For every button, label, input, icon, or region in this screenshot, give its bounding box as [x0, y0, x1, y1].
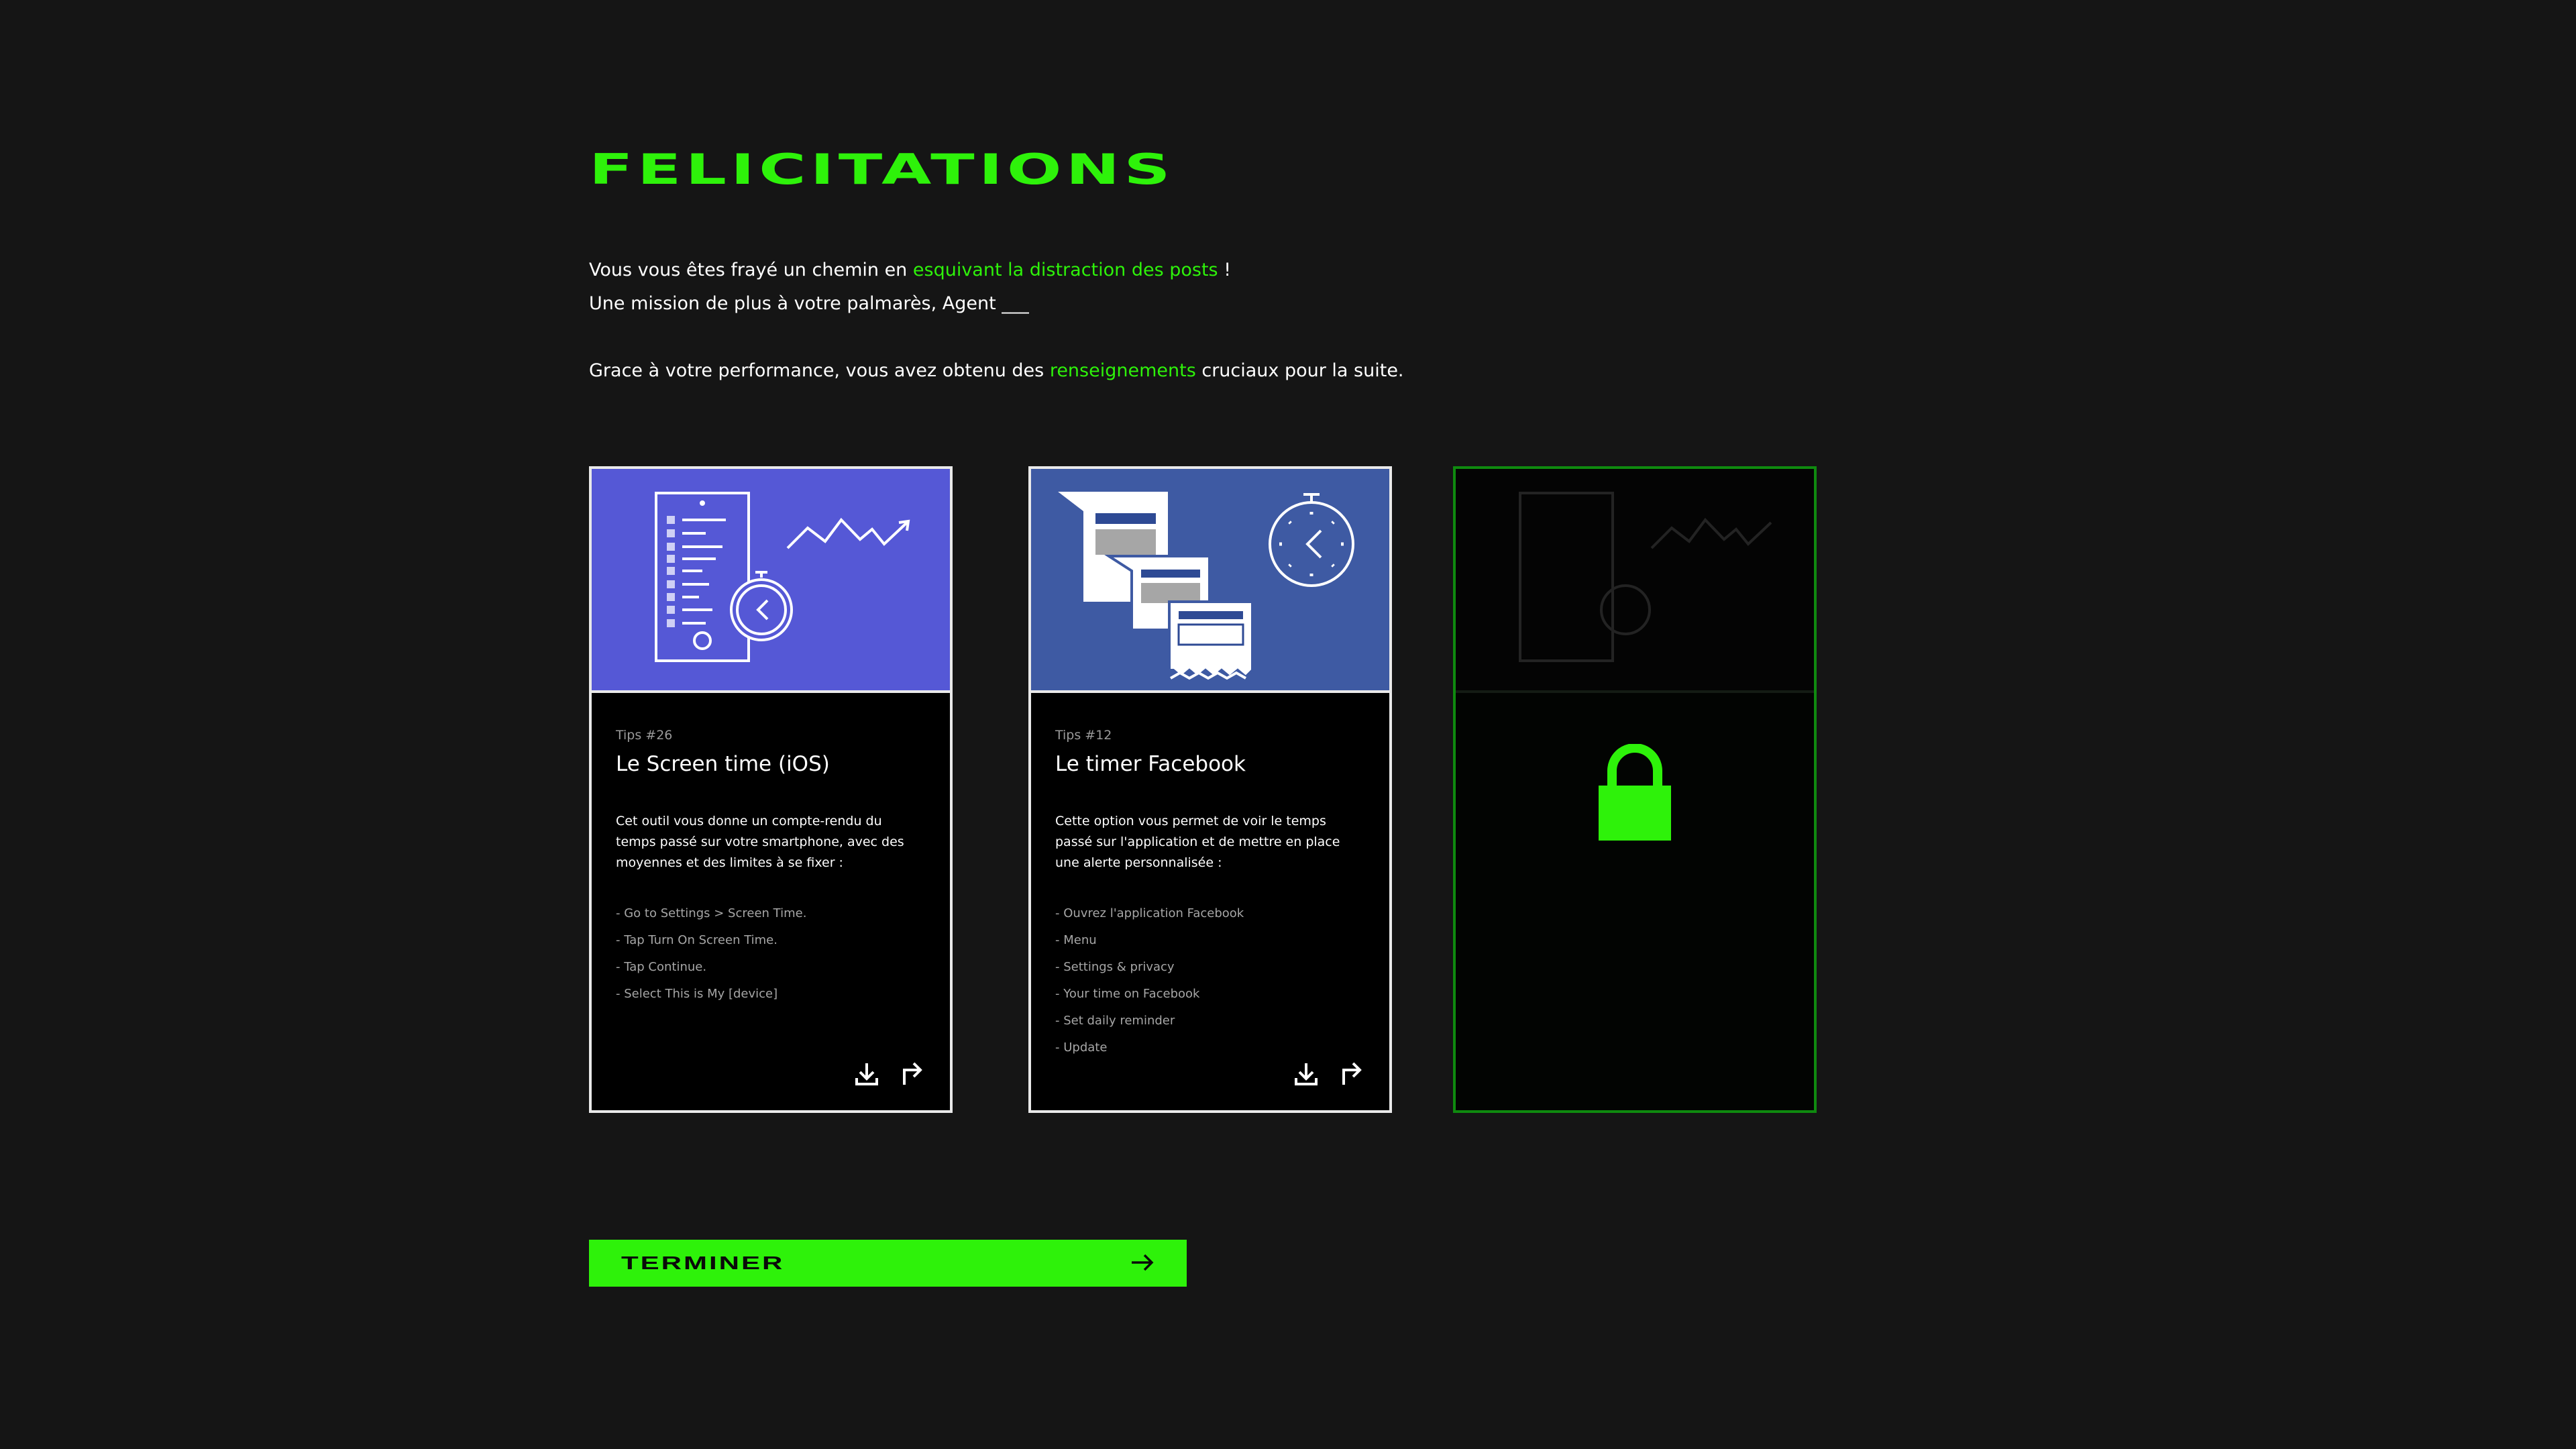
tip-card-actions — [1293, 1061, 1365, 1087]
intro-line-3-start: Grace à votre performance, vous avez obt… — [589, 360, 1050, 381]
locked-illustration-ghost — [1519, 492, 1772, 662]
tip-card-banner-locked — [1456, 469, 1814, 693]
tip-card-banner — [592, 469, 950, 693]
intro-line-1-start: Vous vous êtes frayé un chemin en — [589, 260, 913, 280]
intro-line-1-end: ! — [1218, 260, 1232, 280]
tip-number: Tips #12 — [1055, 728, 1112, 743]
tip-description: Cette option vous permet de voir le temp… — [1055, 814, 1340, 870]
finish-button[interactable]: TERMINER — [589, 1240, 1187, 1287]
padlock-icon — [1597, 743, 1672, 845]
tip-card-facebook-timer: Tips #12 Le timer Facebook Cette option … — [1028, 466, 1392, 1113]
tip-title: Le timer Facebook — [1055, 752, 1246, 776]
tip-step: - Tap Turn On Screen Time. — [616, 933, 777, 947]
tip-step: - Settings & privacy — [1055, 960, 1175, 974]
tip-card-body: Tips #12 Le timer Facebook Cette option … — [1031, 693, 1389, 1061]
tip-card-banner — [1031, 469, 1389, 693]
tip-description: Cet outil vous donne un compte-rendu du … — [616, 814, 904, 870]
share-arrow-icon[interactable] — [899, 1061, 926, 1087]
intro-line-2: Une mission de plus à votre palmarès, Ag… — [589, 293, 1029, 314]
intro-text: Vous vous êtes frayé un chemin en esquiv… — [589, 254, 1404, 388]
tip-step: - Go to Settings > Screen Time. — [616, 906, 807, 920]
tip-steps: - Go to Settings > Screen Time. - Tap Tu… — [616, 900, 926, 1008]
tip-card-screen-time: Tips #26 Le Screen time (iOS) Cet outil … — [589, 466, 953, 1113]
tip-step: - Tap Continue. — [616, 960, 707, 974]
facebook-timer-illustration — [1058, 492, 1354, 680]
tip-step: - Select This is My [device] — [616, 987, 778, 1001]
finish-button-label: TERMINER — [621, 1252, 785, 1273]
highlight-intel: renseignements — [1049, 360, 1196, 381]
download-icon[interactable] — [853, 1061, 880, 1087]
tip-step: - Ouvrez l'application Facebook — [1055, 906, 1244, 920]
tip-card-locked[interactable] — [1453, 466, 1817, 1113]
tip-card-actions — [853, 1061, 926, 1087]
tip-step: - Set daily reminder — [1055, 1014, 1175, 1028]
screen-time-illustration — [655, 492, 910, 662]
page-title: FELICITATIONS — [589, 145, 1175, 194]
intro-line-3-end: cruciaux pour la suite. — [1195, 360, 1404, 381]
tip-card-body: Tips #26 Le Screen time (iOS) Cet outil … — [592, 693, 950, 1008]
congratulations-page: FELICITATIONS Vous vous êtes frayé un ch… — [0, 0, 2576, 1449]
share-arrow-icon[interactable] — [1338, 1061, 1365, 1087]
tip-step: - Update — [1055, 1040, 1108, 1055]
arrow-right-icon — [1130, 1253, 1155, 1274]
intro-line-1: Vous vous êtes frayé un chemin en esquiv… — [589, 254, 1404, 287]
tip-step: - Your time on Facebook — [1055, 987, 1200, 1001]
tip-number: Tips #26 — [616, 728, 673, 743]
intro-line-3: Grace à votre performance, vous avez obt… — [589, 354, 1404, 388]
tip-step: - Menu — [1055, 933, 1097, 947]
highlight-distraction: esquivant la distraction des posts — [912, 260, 1218, 280]
tip-title: Le Screen time (iOS) — [616, 752, 830, 776]
tip-steps: - Ouvrez l'application Facebook - Menu -… — [1055, 900, 1365, 1061]
download-icon[interactable] — [1293, 1061, 1320, 1087]
